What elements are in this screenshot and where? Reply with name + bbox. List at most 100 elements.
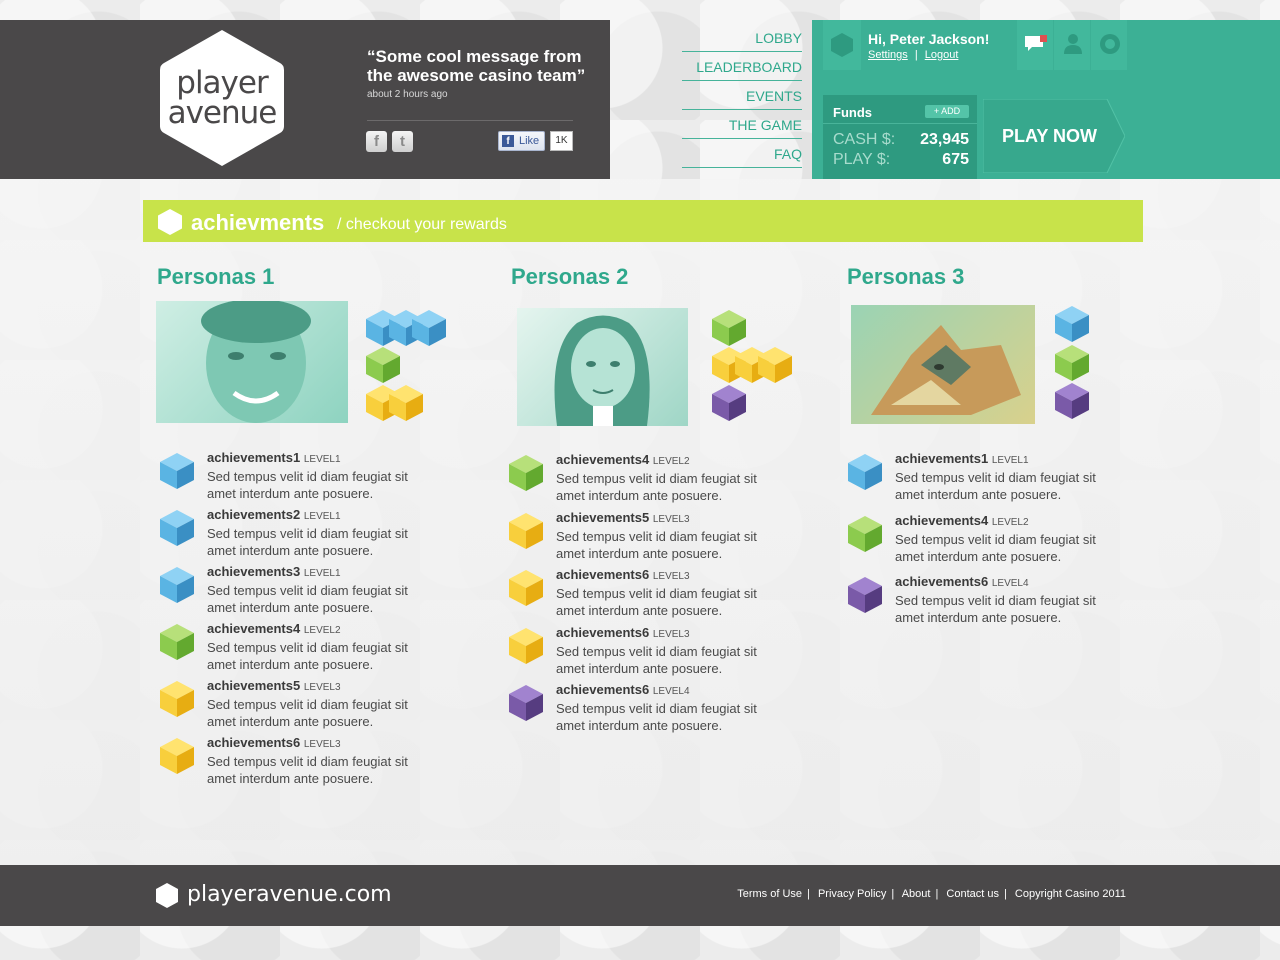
separator: | [891, 888, 895, 900]
achievement-text: achievements1 LEVEL1 Sed tempus velit id … [895, 450, 1125, 503]
achievement-text: achievements6 LEVEL3 Sed tempus velit id … [556, 566, 786, 619]
yellow-cube-icon [157, 736, 197, 781]
like-count: 1K [550, 131, 573, 151]
achievement-text: achievements4 LEVEL2 Sed tempus velit id … [207, 620, 437, 673]
user-greeting: Hi, Peter Jackson! [868, 31, 990, 47]
blue-cube-badge-icon[interactable] [406, 308, 452, 348]
achievement-name: achievements6 [556, 567, 650, 582]
message-timestamp: about 2 hours ago [367, 89, 448, 100]
footer-link-terms[interactable]: Terms of Use [737, 888, 802, 900]
wolf-image[interactable] [851, 305, 1035, 424]
yellow-cube-badge-icon[interactable] [752, 345, 798, 385]
player-avenue-logo[interactable]: player avenue [158, 28, 286, 168]
funds-title: Funds [833, 105, 872, 120]
man-portrait-image[interactable] [156, 301, 348, 423]
play-now-label: PLAY NOW [1002, 126, 1098, 146]
achievement-text: achievements2 LEVEL1 Sed tempus velit id … [207, 506, 437, 559]
achievement-text: achievements6 LEVEL3 Sed tempus velit id … [556, 624, 786, 677]
section-subtitle: / checkout your rewards [337, 216, 507, 233]
separator: | [1003, 888, 1007, 900]
logout-link[interactable]: Logout [925, 49, 959, 61]
green-cube-badge-icon[interactable] [706, 308, 752, 348]
footer-link-contact[interactable]: Contact us [946, 888, 999, 900]
purple-cube-icon [506, 683, 546, 728]
purple-cube-badge-icon[interactable] [1049, 381, 1095, 421]
facebook-icon[interactable]: f [366, 131, 387, 152]
footer-link-privacy[interactable]: Privacy Policy [818, 888, 886, 900]
purple-cube-icon [845, 575, 885, 620]
nav-faq[interactable]: FAQ [682, 139, 802, 168]
achievement-level: LEVEL3 [652, 571, 690, 582]
avatar-hexagon-icon [823, 20, 861, 70]
play-now-button[interactable]: PLAY NOW [983, 99, 1125, 173]
achievement-text: achievements3 LEVEL1 Sed tempus velit id … [207, 563, 437, 616]
achievement-level: LEVEL2 [652, 456, 690, 467]
nav-leaderboard[interactable]: LEADERBOARD [682, 52, 802, 81]
user-icon [1064, 34, 1082, 54]
footer-domain[interactable]: playeravenue.com [187, 882, 392, 907]
funds-box: Funds + ADD CASH $: 23,945 PLAY $: 675 [823, 95, 977, 179]
achievements-header: achievments / checkout your rewards [143, 200, 1143, 242]
green-cube-badge-icon[interactable] [1049, 343, 1095, 383]
play-row: PLAY $: 675 [833, 151, 969, 169]
hexagon-icon [158, 209, 182, 235]
achievement-description: Sed tempus velit id diam feugiat sit ame… [895, 531, 1096, 564]
achievement-text: achievements4 LEVEL2 Sed tempus velit id … [895, 512, 1125, 565]
persona-title: Personas 1 [157, 264, 275, 289]
achievement-name: achievements1 [207, 450, 301, 465]
purple-cube-badge-icon[interactable] [706, 383, 752, 423]
achievement-name: achievements4 [556, 452, 650, 467]
messages-button[interactable] [1017, 20, 1053, 70]
achievement-description: Sed tempus velit id diam feugiat sit ame… [556, 586, 757, 618]
achievement-level: LEVEL3 [303, 739, 341, 750]
footer-links: Terms of Use | Privacy Policy | About | Con… [737, 888, 1126, 900]
blue-cube-icon [845, 452, 885, 497]
achievement-description: Sed tempus velit id diam feugiat sit ame… [556, 643, 757, 676]
achievement-text: achievements5 LEVEL3 Sed tempus velit id … [556, 509, 786, 562]
logo-line-1: player [176, 65, 268, 101]
cash-value: 23,945 [920, 131, 969, 148]
achievement-level: LEVEL2 [303, 625, 341, 636]
achievement-name: achievements6 [895, 574, 989, 589]
footer-link-about[interactable]: About [902, 888, 931, 900]
achievement-level: LEVEL1 [303, 511, 341, 522]
main-nav: LOBBY LEADERBOARD EVENTS THE GAME FAQ [682, 23, 802, 168]
blue-cube-badge-icon[interactable] [1049, 304, 1095, 344]
yellow-cube-badge-icon[interactable] [383, 383, 429, 423]
achievement-level: LEVEL4 [991, 578, 1029, 589]
chips-button[interactable] [1091, 20, 1127, 70]
achievement-name: achievements4 [207, 621, 301, 636]
achievement-name: achievements5 [207, 678, 301, 693]
nav-the-game[interactable]: THE GAME [682, 110, 802, 139]
nav-events[interactable]: EVENTS [682, 81, 802, 110]
achievement-name: achievements6 [556, 682, 650, 697]
nav-lobby[interactable]: LOBBY [682, 23, 802, 52]
achievement-description: Sed tempus velit id diam feugiat sit ame… [207, 697, 408, 729]
achievement-name: achievements5 [556, 509, 650, 525]
profile-button[interactable] [1054, 20, 1090, 70]
achievement-name: achievements3 [207, 564, 301, 579]
blue-cube-icon [157, 451, 197, 496]
persona-title: Personas 2 [511, 264, 629, 289]
play-value: 675 [942, 151, 969, 168]
like-label: Like [519, 135, 540, 147]
achievement-text: achievements5 LEVEL3 Sed tempus velit id … [207, 677, 437, 730]
twitter-icon[interactable]: t [392, 131, 413, 152]
achievement-level: LEVEL3 [652, 628, 690, 640]
facebook-like-button[interactable]: f Like [498, 131, 545, 151]
green-cube-badge-icon[interactable] [360, 345, 406, 385]
woman-portrait-image[interactable] [517, 308, 688, 426]
achievement-level: LEVEL4 [652, 686, 690, 697]
yellow-cube-icon [506, 511, 546, 556]
achievement-description: Sed tempus velit id diam feugiat sit ame… [207, 469, 408, 501]
cash-label: CASH $: [833, 131, 896, 148]
settings-link[interactable]: Settings [868, 49, 908, 61]
divider [823, 123, 977, 124]
add-funds-button[interactable]: + ADD [925, 105, 969, 118]
avatar[interactable] [823, 20, 861, 70]
play-label: PLAY $: [833, 151, 891, 168]
facebook-logo-icon: f [502, 135, 514, 147]
achievement-description: Sed tempus velit id diam feugiat sit ame… [207, 640, 408, 672]
achievement-description: Sed tempus velit id diam feugiat sit ame… [207, 583, 408, 615]
achievement-description: Sed tempus velit id diam feugiat sit ame… [895, 470, 1096, 502]
